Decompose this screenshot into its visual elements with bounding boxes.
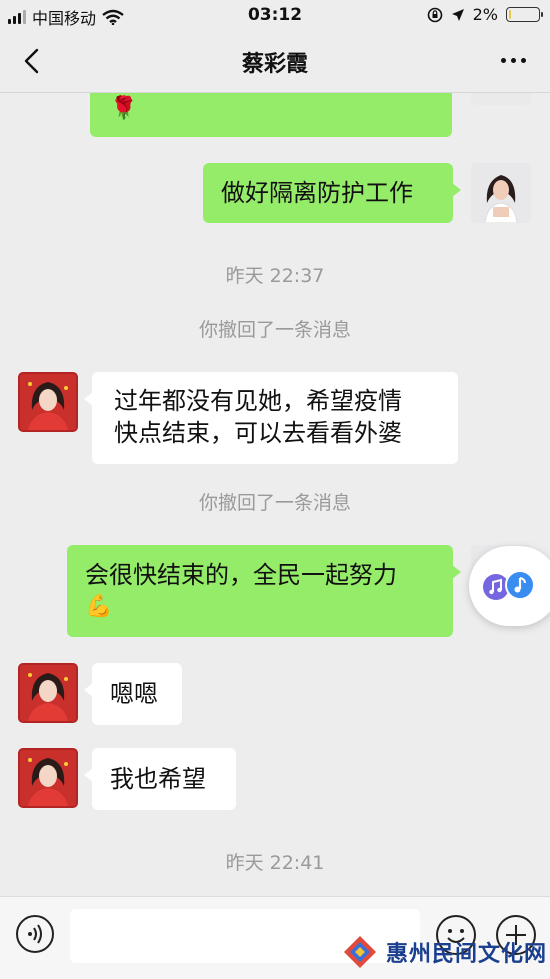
timestamp: 昨天 22:41 bbox=[225, 852, 325, 874]
battery-percent: 2% bbox=[472, 5, 498, 24]
status-bar: 中国移动 03:12 2% bbox=[0, 0, 550, 30]
message-list[interactable]: 🌹 做好隔离防护工作 昨天 22:37 你撤回了一条消息 过年都没有见她，希望疫… bbox=[0, 93, 550, 895]
location-arrow-icon bbox=[451, 8, 464, 21]
contact-avatar[interactable] bbox=[18, 748, 78, 808]
message-bubble-received[interactable]: 过年都没有见她，希望疫情 快点结束，可以去看看外婆 bbox=[84, 372, 458, 464]
recall-notice: 你撤回了一条消息 bbox=[198, 319, 351, 341]
voice-icon[interactable] bbox=[16, 915, 54, 953]
watermark-text: 惠州民间文化网 bbox=[386, 942, 548, 967]
recall-notice: 你撤回了一条消息 bbox=[198, 492, 351, 514]
status-right: 2% bbox=[427, 5, 543, 24]
battery-fill bbox=[509, 10, 511, 19]
my-avatar[interactable] bbox=[471, 93, 531, 105]
message-bubble-sent[interactable]: 🌹 bbox=[90, 93, 452, 137]
chat-header: 蔡彩霞 bbox=[0, 30, 550, 93]
message-bubble-received[interactable]: 我也希望 bbox=[84, 748, 236, 810]
timestamp: 昨天 22:37 bbox=[225, 265, 325, 287]
my-avatar[interactable] bbox=[471, 163, 531, 223]
watermark: 惠州民间文化网 bbox=[340, 930, 547, 974]
rose-emoji: 🌹 bbox=[110, 96, 138, 121]
message-text: 会很快结束的，全民一起努力 bbox=[85, 561, 397, 589]
contact-avatar[interactable] bbox=[18, 372, 78, 432]
message-text: 嗯嗯 bbox=[110, 680, 158, 708]
chat-title: 蔡彩霞 bbox=[241, 52, 308, 77]
floating-music-widget[interactable] bbox=[469, 546, 550, 626]
message-text: 我也希望 bbox=[110, 765, 206, 793]
message-text-line: 过年都没有见她，希望疫情 bbox=[114, 387, 402, 415]
muscle-emoji: 💪 bbox=[85, 594, 113, 619]
message-bubble-sent[interactable]: 会很快结束的，全民一起努力 💪 bbox=[67, 545, 461, 637]
contact-avatar[interactable] bbox=[18, 663, 78, 723]
message-text: 做好隔离防护工作 bbox=[221, 179, 413, 207]
more-dots-icon[interactable] bbox=[501, 58, 526, 63]
music-note-icon bbox=[505, 570, 535, 600]
message-bubble-received[interactable]: 嗯嗯 bbox=[84, 663, 182, 725]
orientation-lock-icon bbox=[427, 7, 442, 22]
message-text-line: 快点结束，可以去看看外婆 bbox=[114, 419, 402, 447]
watermark-logo-icon bbox=[344, 936, 376, 968]
battery-icon bbox=[506, 7, 543, 22]
message-bubble-sent[interactable]: 做好隔离防护工作 bbox=[203, 163, 461, 223]
